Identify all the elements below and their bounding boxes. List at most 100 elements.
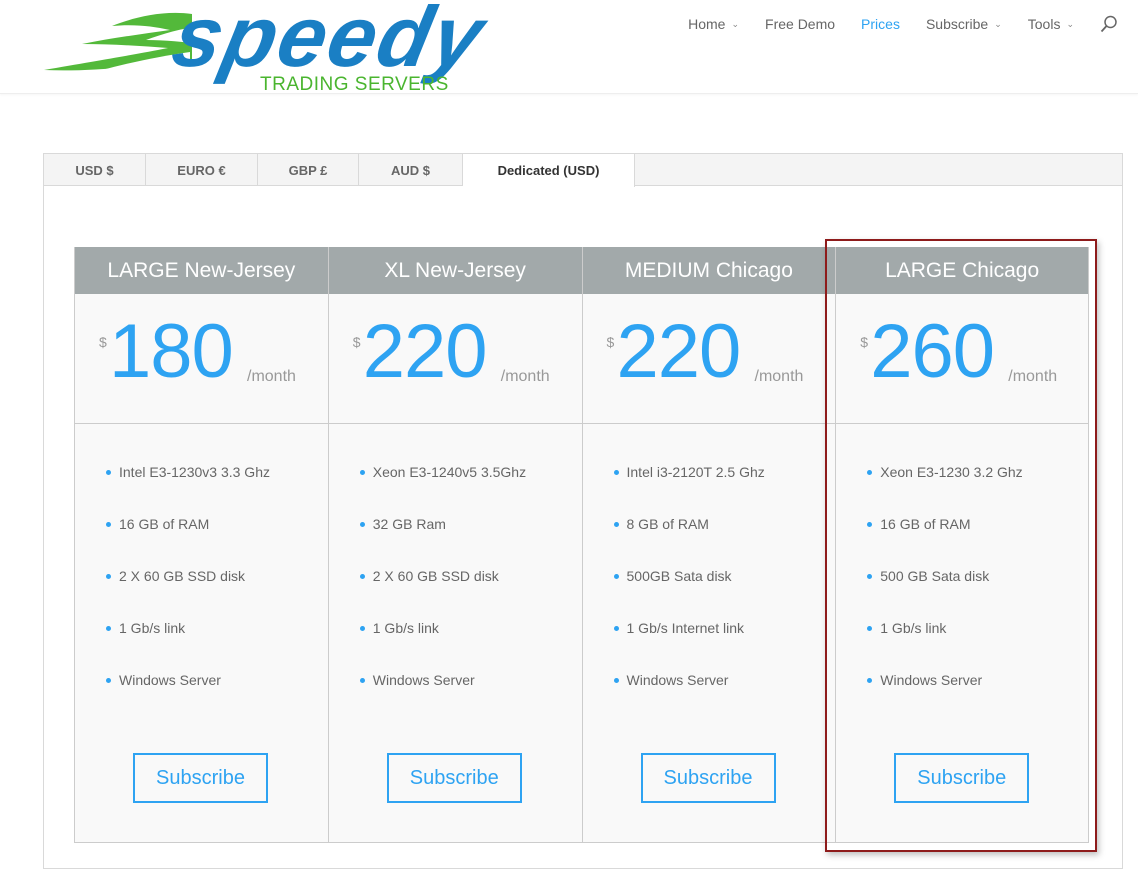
feature-text: 500 GB Sata disk (880, 568, 990, 584)
price-period: /month (754, 368, 804, 385)
tab-euro[interactable]: EURO € (146, 154, 258, 186)
feature-item: Intel i3-2120T 2.5 Ghz (583, 446, 836, 498)
feature-item: Xeon E3-1240v5 3.5Ghz (329, 446, 582, 498)
feature-list: Xeon E3-1240v5 3.5Ghz 32 GB Ram 2 X 60 G… (329, 424, 582, 706)
feature-list: Intel E3-1230v3 3.3 Ghz 16 GB of RAM 2 X… (75, 424, 328, 706)
feature-text: 2 X 60 GB SSD disk (372, 568, 499, 584)
bullet-icon (359, 574, 365, 579)
bullet-icon (106, 574, 111, 579)
price-period: /month (247, 368, 296, 385)
feature-text: 16 GB of RAM (119, 516, 210, 532)
bullet-icon (106, 522, 111, 527)
feature-text: 32 GB Ram (372, 516, 446, 532)
currency-symbol: $ (606, 334, 615, 350)
bullet-icon (106, 678, 111, 683)
bullet-icon (867, 470, 873, 475)
feature-text: 1 Gb/s link (372, 620, 439, 636)
tab-bar: USD $ EURO € GBP £ AUD $ Dedicated (USD) (44, 154, 1122, 187)
feature-text: Windows Server (626, 672, 729, 688)
subscribe-button[interactable]: Subscribe (894, 753, 1030, 803)
speedy-logo[interactable]: speedy TRADING SERVERS (42, 4, 547, 96)
feature-text: 8 GB of RAM (626, 516, 709, 532)
chevron-down-icon: ⌄ (994, 18, 1002, 29)
plan-title: XL New-Jersey (328, 247, 582, 294)
feature-item: 500GB Sata disk (583, 550, 836, 602)
feature-item: Windows Server (329, 654, 582, 706)
feature-item: 16 GB of RAM (836, 498, 1088, 550)
tab-usd[interactable]: USD $ (44, 154, 146, 186)
main-nav: Home ⌄ Free Demo Prices Subscribe ⌄ Tool… (688, 14, 1138, 34)
price-period: /month (1008, 368, 1058, 385)
feature-item: 8 GB of RAM (583, 498, 836, 550)
price-area: $ 260 /month (836, 294, 1088, 424)
price-amount: 220 (616, 309, 742, 394)
nav-label: Home (688, 16, 726, 32)
bullet-icon (106, 626, 111, 631)
nav-item-free-demo[interactable]: Free Demo (765, 16, 835, 32)
feature-item: Windows Server (583, 654, 836, 706)
feature-item: 500 GB Sata disk (836, 550, 1088, 602)
price-amount: 180 (109, 309, 234, 394)
nav-item-subscribe[interactable]: Subscribe ⌄ (926, 16, 1002, 32)
bullet-icon (613, 678, 619, 683)
pricing-column: LARGE New-Jersey $ 180 /month Intel E3-1… (74, 247, 328, 843)
feature-item: 1 Gb/s Internet link (583, 602, 836, 654)
feature-list: Xeon E3-1230 3.2 Ghz 16 GB of RAM 500 GB… (836, 424, 1088, 706)
subscribe-button[interactable]: Subscribe (386, 753, 522, 803)
feature-text: 500GB Sata disk (626, 568, 732, 584)
feature-text: Xeon E3-1230 3.2 Ghz (880, 464, 1023, 480)
tab-dedicated-usd[interactable]: Dedicated (USD) (463, 154, 635, 187)
pricing-column: LARGE Chicago $ 260 /month Xeon E3-1230 … (835, 247, 1089, 843)
feature-list: Intel i3-2120T 2.5 Ghz 8 GB of RAM 500GB… (583, 424, 836, 706)
feature-item: 16 GB of RAM (75, 498, 328, 550)
chevron-down-icon: ⌄ (731, 18, 740, 29)
feature-item: Windows Server (75, 654, 328, 706)
subscribe-button[interactable]: Subscribe (133, 753, 268, 803)
plan-title: MEDIUM Chicago (582, 247, 836, 294)
price-area: $ 180 /month (75, 294, 328, 424)
search-icon[interactable] (1100, 15, 1118, 33)
feature-text: Windows Server (372, 672, 475, 688)
price-area: $ 220 /month (328, 294, 582, 424)
tab-gbp[interactable]: GBP £ (258, 154, 359, 186)
bullet-icon (867, 678, 873, 683)
tab-aud[interactable]: AUD $ (359, 154, 463, 186)
nav-item-tools[interactable]: Tools ⌄ (1028, 16, 1074, 32)
feature-item: Xeon E3-1230 3.2 Ghz (836, 446, 1088, 498)
nav-label: Tools (1027, 16, 1061, 32)
bullet-icon (613, 522, 619, 527)
bullet-icon (613, 574, 619, 579)
feature-item: Intel E3-1230v3 3.3 Ghz (75, 446, 328, 498)
feature-text: 1 Gb/s link (119, 620, 186, 636)
nav-item-prices[interactable]: Prices (861, 16, 900, 32)
bullet-icon (359, 522, 365, 527)
feature-item: Windows Server (836, 654, 1088, 706)
brand-tagline: TRADING SERVERS (260, 74, 449, 95)
price-period: /month (500, 368, 550, 385)
feature-item: 1 Gb/s link (329, 602, 582, 654)
nav-item-home[interactable]: Home ⌄ (688, 16, 739, 32)
feature-item: 32 GB Ram (329, 498, 582, 550)
feature-text: 16 GB of RAM (880, 516, 971, 532)
nav-label: Free Demo (765, 16, 836, 32)
plan-title: LARGE New-Jersey (75, 247, 328, 294)
pricing-column: MEDIUM Chicago $ 220 /month Intel i3-212… (581, 247, 836, 843)
feature-item: 1 Gb/s link (75, 602, 328, 654)
nav-label: Prices (861, 16, 900, 32)
nav-label: Subscribe (925, 16, 989, 32)
price-amount: 220 (362, 309, 488, 394)
currency-symbol: $ (860, 334, 869, 350)
pricing-column: XL New-Jersey $ 220 /month Xeon E3-1240v… (327, 247, 582, 843)
bullet-icon (867, 574, 873, 579)
subscribe-button[interactable]: Subscribe (640, 753, 776, 803)
chevron-down-icon: ⌄ (1066, 18, 1074, 29)
bullet-icon (867, 626, 873, 631)
feature-text: 2 X 60 GB SSD disk (119, 568, 246, 584)
bullet-icon (359, 626, 365, 631)
currency-symbol: $ (352, 334, 361, 350)
feature-text: 1 Gb/s link (880, 620, 947, 636)
feature-text: Intel i3-2120T 2.5 Ghz (626, 464, 765, 480)
bullet-icon (359, 470, 365, 475)
bullet-icon (359, 678, 365, 683)
feature-text: Xeon E3-1240v5 3.5Ghz (372, 464, 527, 480)
